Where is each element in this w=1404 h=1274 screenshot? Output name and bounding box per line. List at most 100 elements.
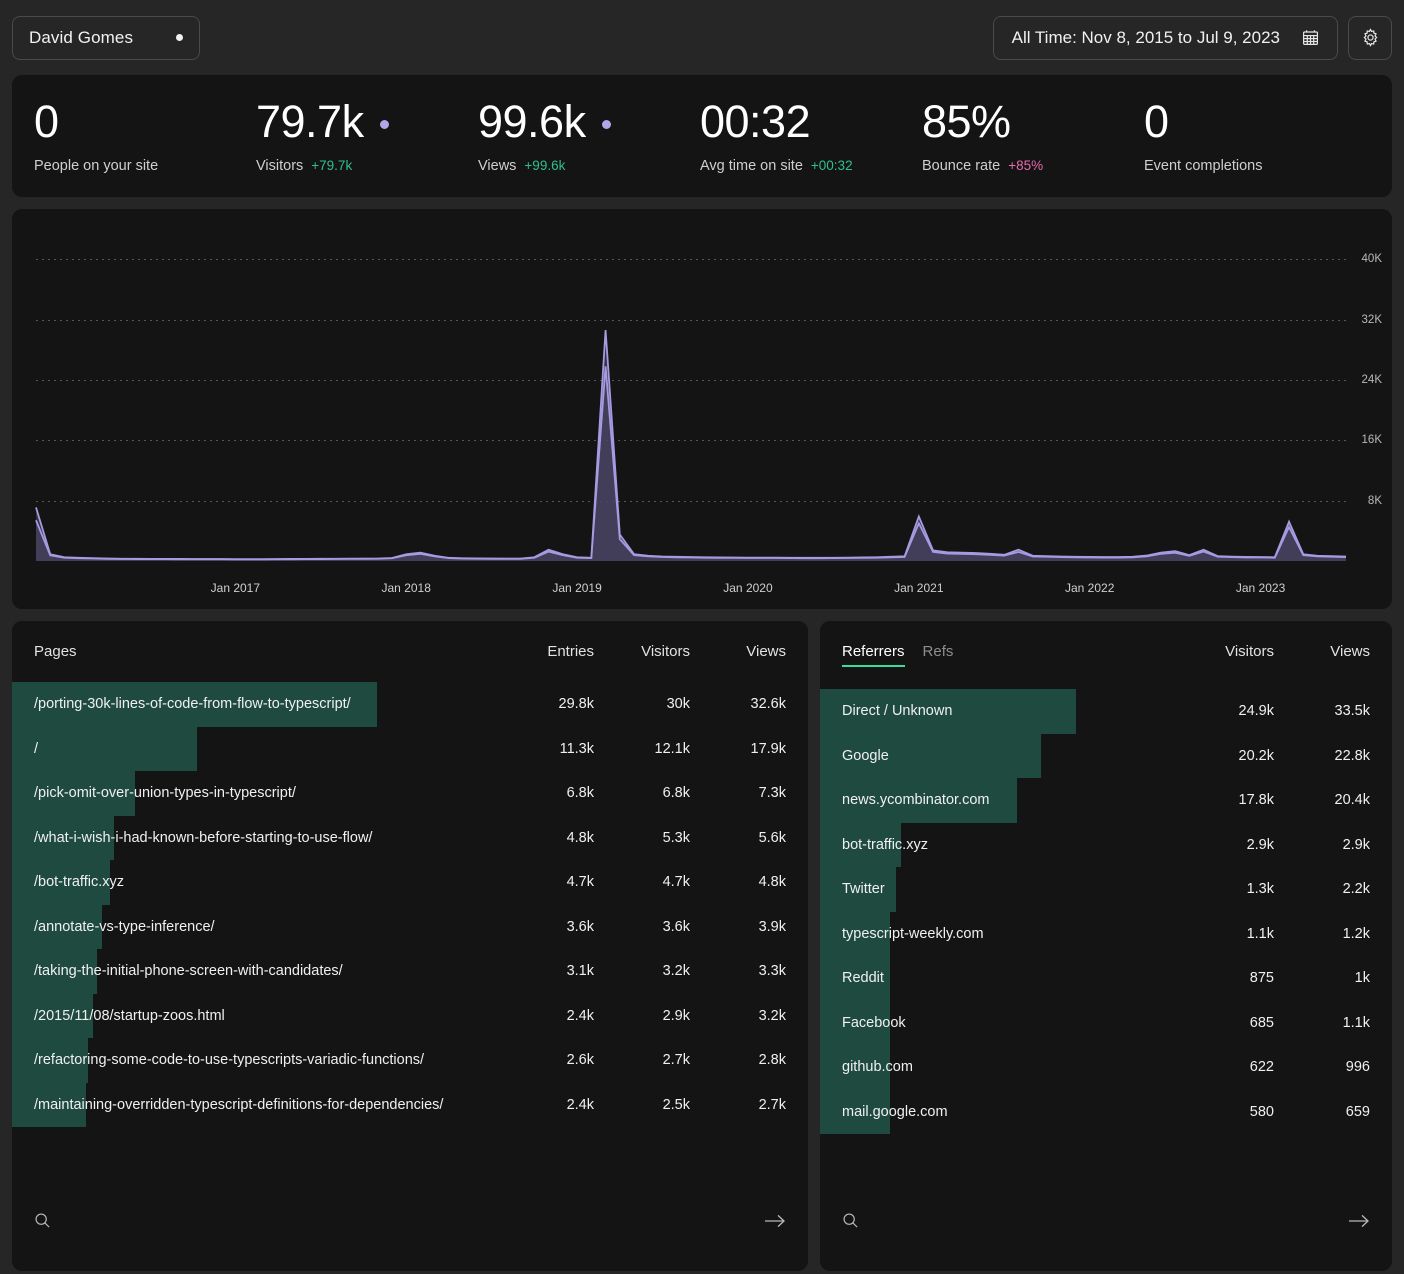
row-label: /what-i-wish-i-had-known-before-starting…: [34, 830, 498, 846]
table-row[interactable]: Twitter1.3k2.2k: [842, 867, 1370, 912]
table-row[interactable]: /porting-30k-lines-of-code-from-flow-to-…: [34, 682, 786, 727]
cell-visitors: 2.9k: [1178, 837, 1274, 853]
cell-views: 996: [1274, 1059, 1370, 1075]
traffic-chart: 40K32K24K16K8KJan 2017Jan 2018Jan 2019Ja…: [12, 209, 1392, 609]
table-row[interactable]: typescript-weekly.com1.1k1.2k: [842, 912, 1370, 957]
stat-bounce-rate: 85%Bounce rate+85%: [922, 99, 1144, 174]
site-name-label: David Gomes: [29, 28, 133, 48]
table-row[interactable]: Reddit8751k: [842, 956, 1370, 1001]
cell-visitors: 685: [1178, 1015, 1274, 1031]
table-row[interactable]: /refactoring-some-code-to-use-typescript…: [34, 1038, 786, 1083]
table-row[interactable]: /maintaining-overridden-typescript-defin…: [34, 1083, 786, 1128]
row-label: /maintaining-overridden-typescript-defin…: [34, 1097, 498, 1113]
table-row[interactable]: Google20.2k22.8k: [842, 734, 1370, 779]
cell-visitors: 580: [1178, 1104, 1274, 1120]
table-row[interactable]: github.com622996: [842, 1045, 1370, 1090]
row-label: Facebook: [842, 1015, 1178, 1031]
cell-views: 2.8k: [690, 1052, 786, 1068]
referrers-panel: Referrers Refs Visitors Views Direct / U…: [820, 621, 1392, 1271]
cell-views: 3.9k: [690, 919, 786, 935]
table-row[interactable]: /taking-the-initial-phone-screen-with-ca…: [34, 949, 786, 994]
cell-visitors: 12.1k: [594, 741, 690, 757]
table-row[interactable]: news.ycombinator.com17.8k20.4k: [842, 778, 1370, 823]
row-label: Twitter: [842, 881, 1178, 897]
dot-caret-icon: [176, 34, 183, 41]
cell-visitors: 5.3k: [594, 830, 690, 846]
traffic-chart-panel[interactable]: 40K32K24K16K8KJan 2017Jan 2018Jan 2019Ja…: [12, 209, 1392, 609]
site-selector[interactable]: David Gomes: [12, 16, 200, 60]
settings-button[interactable]: [1348, 16, 1392, 60]
pages-footer: [34, 1212, 786, 1229]
chart-area-views: [36, 330, 1346, 561]
cell-entries: 6.8k: [498, 785, 594, 801]
cell-entries: 3.6k: [498, 919, 594, 935]
pages-table-header: Pages Entries Visitors Views: [34, 643, 786, 666]
cell-visitors: 1.3k: [1178, 881, 1274, 897]
stat-people-on-your-site: 0People on your site: [34, 99, 256, 174]
stat-label: Avg time on site: [700, 158, 803, 174]
table-row[interactable]: /pick-omit-over-union-types-in-typescrip…: [34, 771, 786, 816]
row-label: news.ycombinator.com: [842, 792, 1178, 808]
pages-title: Pages: [34, 643, 77, 660]
calendar-icon: [1302, 29, 1319, 46]
row-label: Direct / Unknown: [842, 703, 1178, 719]
pages-panel: Pages Entries Visitors Views /porting-30…: [12, 621, 808, 1271]
cell-visitors: 6.8k: [594, 785, 690, 801]
cell-views: 3.3k: [690, 963, 786, 979]
table-row[interactable]: /what-i-wish-i-had-known-before-starting…: [34, 816, 786, 861]
row-label: /porting-30k-lines-of-code-from-flow-to-…: [34, 696, 498, 712]
live-pulse-dot: [380, 120, 389, 129]
tab-referrers[interactable]: Referrers: [842, 643, 905, 667]
stat-visitors: 79.7kVisitors+79.7k: [256, 99, 478, 174]
stat-label: People on your site: [34, 158, 158, 174]
referrers-col-visitors: Visitors: [1178, 643, 1274, 660]
cell-visitors: 17.8k: [1178, 792, 1274, 808]
stat-delta: +00:32: [811, 158, 853, 173]
cell-views: 3.2k: [690, 1008, 786, 1024]
chart-area-visitors: [36, 366, 1346, 561]
topbar-actions: All Time: Nov 8, 2015 to Jul 9, 2023: [993, 16, 1392, 60]
cell-views: 2.2k: [1274, 881, 1370, 897]
stats-summary-panel: 0People on your site79.7kVisitors+79.7k9…: [12, 75, 1392, 197]
tab-refs[interactable]: Refs: [923, 643, 954, 667]
stat-value: 99.6k: [478, 99, 586, 144]
stat-label: Visitors: [256, 158, 303, 174]
table-row[interactable]: /annotate-vs-type-inference/3.6k3.6k3.9k: [34, 905, 786, 950]
row-label: /taking-the-initial-phone-screen-with-ca…: [34, 963, 498, 979]
cell-visitors: 24.9k: [1178, 703, 1274, 719]
chart-line-views: [36, 330, 1346, 559]
table-row[interactable]: /bot-traffic.xyz4.7k4.7k4.8k: [34, 860, 786, 905]
cell-visitors: 875: [1178, 970, 1274, 986]
table-row[interactable]: Facebook6851.1k: [842, 1001, 1370, 1046]
table-row[interactable]: Direct / Unknown24.9k33.5k: [842, 689, 1370, 734]
stat-label: Event completions: [1144, 158, 1262, 174]
arrow-right-icon[interactable]: [1348, 1213, 1370, 1229]
stat-event-completions: 0 Event completions: [1144, 99, 1366, 174]
table-row[interactable]: bot-traffic.xyz2.9k2.9k: [842, 823, 1370, 868]
stat-value: 0: [1144, 99, 1169, 144]
table-row[interactable]: /2015/11/08/startup-zoos.html2.4k2.9k3.2…: [34, 994, 786, 1039]
cell-entries: 2.6k: [498, 1052, 594, 1068]
stat-avg-time-on-site: 00:32Avg time on site+00:32: [700, 99, 922, 174]
referrers-rows: Direct / Unknown24.9k33.5kGoogle20.2k22.…: [842, 689, 1370, 1134]
arrow-right-icon[interactable]: [764, 1213, 786, 1229]
cell-entries: 3.1k: [498, 963, 594, 979]
cell-visitors: 2.5k: [594, 1097, 690, 1113]
date-range-picker[interactable]: All Time: Nov 8, 2015 to Jul 9, 2023: [993, 16, 1338, 60]
date-range-label: All Time: Nov 8, 2015 to Jul 9, 2023: [1012, 28, 1280, 48]
cell-visitors: 1.1k: [1178, 926, 1274, 942]
stat-value: 85%: [922, 99, 1011, 144]
stat-label: Views: [478, 158, 516, 174]
row-label: Google: [842, 748, 1178, 764]
table-row[interactable]: /11.3k12.1k17.9k: [34, 727, 786, 772]
cell-entries: 11.3k: [498, 741, 594, 757]
search-icon[interactable]: [842, 1212, 859, 1229]
search-icon[interactable]: [34, 1212, 51, 1229]
cell-entries: 2.4k: [498, 1097, 594, 1113]
live-pulse-dot: [602, 120, 611, 129]
referrers-table-header: Referrers Refs Visitors Views: [842, 643, 1370, 673]
row-label: github.com: [842, 1059, 1178, 1075]
row-label: /bot-traffic.xyz: [34, 874, 498, 890]
pages-col-views: Views: [690, 643, 786, 660]
table-row[interactable]: mail.google.com580659: [842, 1090, 1370, 1135]
